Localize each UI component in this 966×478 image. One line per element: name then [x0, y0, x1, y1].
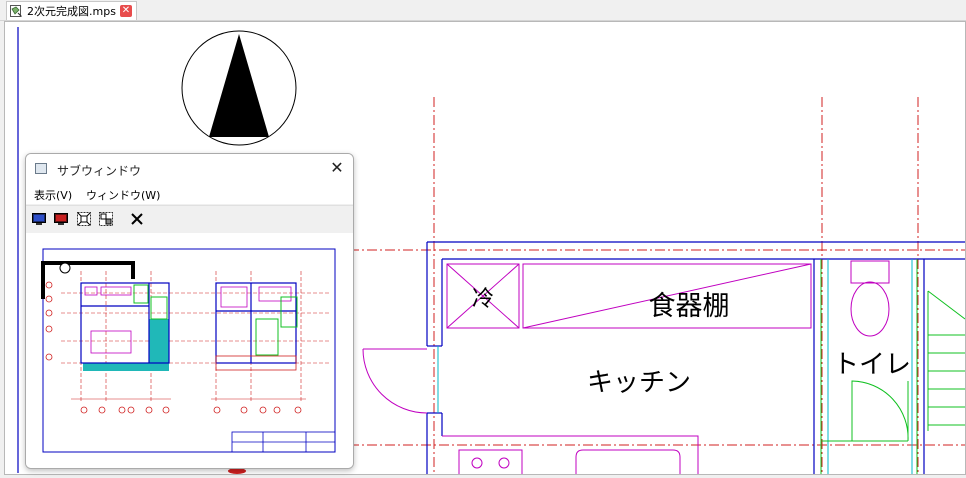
fridge-label: 冷 [472, 287, 494, 312]
sub-window-toolbar [26, 205, 353, 233]
tab-close-icon[interactable]: ✕ [119, 5, 132, 17]
toilet-symbol [850, 260, 890, 337]
sub-window-close-icon[interactable]: ✕ [328, 159, 346, 177]
window-icon [35, 163, 47, 174]
zoom-area-icon[interactable] [98, 211, 114, 227]
overview-preview[interactable] [26, 233, 353, 468]
menu-window[interactable]: ウィンドウ(W) [86, 187, 160, 203]
monitor-blue-icon[interactable] [31, 211, 47, 227]
north-arrow-icon [181, 30, 297, 146]
menu-view[interactable]: 表示(V) [34, 187, 72, 203]
document-tab[interactable]: 2次元完成図.mps ✕ [6, 1, 137, 20]
sub-window-menubar: 表示(V) ウィンドウ(W) [26, 184, 353, 204]
document-file-icon [10, 5, 22, 17]
shelf-label: 食器棚 [649, 291, 730, 322]
monitor-red-icon[interactable] [53, 211, 69, 227]
sub-window[interactable]: サブウィンドウ ✕ 表示(V) ウィンドウ(W) [25, 153, 354, 469]
close-x-icon[interactable] [129, 211, 145, 227]
toilet-label: トイレ [833, 350, 911, 380]
document-tab-title: 2次元完成図.mps [27, 5, 116, 18]
kitchen-label: キッチン [587, 368, 691, 398]
sub-window-titlebar[interactable]: サブウィンドウ ✕ [26, 154, 353, 184]
document-tab-bar: 2次元完成図.mps ✕ [0, 0, 966, 21]
overview-thumbnail [41, 248, 336, 453]
zoom-fit-icon[interactable] [76, 211, 92, 227]
sub-window-title: サブウィンドウ [57, 164, 142, 178]
